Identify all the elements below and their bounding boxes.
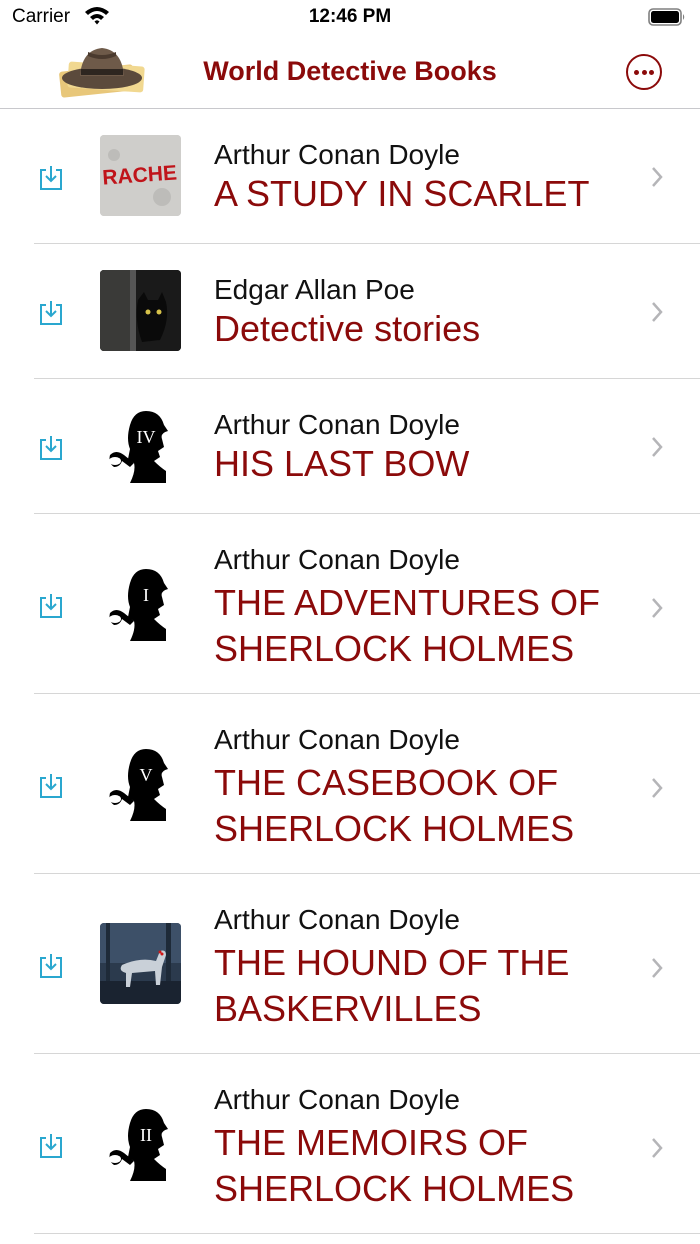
download-icon[interactable] (37, 952, 65, 980)
status-bar: Carrier 12:46 PM (0, 0, 700, 36)
download-icon[interactable] (37, 434, 65, 462)
more-dot-icon (634, 70, 639, 75)
more-dot-icon (641, 70, 647, 75)
sherlock-silhouette-icon: I (109, 569, 168, 641)
download-icon[interactable] (37, 164, 65, 192)
chevron-right-icon (652, 1138, 663, 1158)
sherlock-silhouette-icon: II (109, 1109, 168, 1181)
book-author: Arthur Conan Doyle (214, 724, 460, 755)
status-time: 12:46 PM (308, 6, 392, 27)
more-dot-icon (649, 70, 654, 75)
book-list: RACHE Arthur Conan Doyle A STUDY IN SCAR… (0, 109, 700, 1234)
book-author: Edgar Allan Poe (214, 274, 415, 305)
chevron-right-icon (652, 302, 663, 322)
chevron-right-icon (652, 778, 663, 798)
book-title: A STUDY IN SCARLET (214, 173, 590, 214)
book-author: Arthur Conan Doyle (214, 544, 460, 575)
sherlock-silhouette-icon: IV (109, 411, 168, 483)
battery-icon (648, 8, 685, 26)
volume-numeral: I (143, 585, 149, 605)
download-icon[interactable] (37, 1132, 65, 1160)
chevron-right-icon (652, 437, 663, 457)
book-cover-rache: RACHE (100, 135, 181, 216)
book-author: Arthur Conan Doyle (214, 1084, 460, 1115)
book-title: THE CASEBOOK OF SHERLOCK HOLMES (214, 762, 575, 849)
volume-numeral: II (140, 1125, 152, 1145)
book-row[interactable]: RACHE Arthur Conan Doyle A STUDY IN SCAR… (0, 109, 700, 244)
sherlock-silhouette-icon: V (109, 749, 168, 821)
book-author: Arthur Conan Doyle (214, 409, 460, 440)
download-icon[interactable] (37, 592, 65, 620)
download-icon[interactable] (37, 772, 65, 800)
book-row[interactable]: V Arthur Conan Doyle THE CASEBOOK OF SHE… (0, 694, 700, 874)
book-title: HIS LAST BOW (214, 443, 470, 484)
book-cover-hound (100, 923, 181, 1004)
nav-title: World Detective Books (203, 56, 497, 86)
more-button[interactable] (626, 54, 662, 90)
book-row[interactable]: I Arthur Conan Doyle THE ADVENTURES OF S… (0, 514, 700, 694)
volume-numeral: IV (137, 427, 156, 447)
book-cover-black-cat (100, 270, 181, 351)
book-row[interactable]: Edgar Allan Poe Detective stories (0, 244, 700, 379)
nav-bar: World Detective Books (0, 36, 700, 109)
book-row[interactable]: IV Arthur Conan Doyle HIS LAST BOW (0, 379, 700, 514)
chevron-right-icon (652, 958, 663, 978)
download-icon[interactable] (37, 299, 65, 327)
book-row[interactable]: Arthur Conan Doyle THE HOUND OF THE BASK… (0, 874, 700, 1054)
book-title: THE ADVENTURES OF SHERLOCK HOLMES (214, 582, 601, 669)
book-row[interactable]: II Arthur Conan Doyle THE MEMOIRS OF SHE… (0, 1054, 700, 1234)
chevron-right-icon (652, 167, 663, 187)
book-title: THE MEMOIRS OF SHERLOCK HOLMES (214, 1122, 575, 1209)
row-separator (34, 1233, 700, 1234)
chevron-right-icon (652, 598, 663, 618)
book-title: THE HOUND OF THE BASKERVILLES (214, 942, 570, 1029)
book-author: Arthur Conan Doyle (214, 139, 460, 170)
book-author: Arthur Conan Doyle (214, 904, 460, 935)
volume-numeral: V (140, 765, 153, 785)
book-title: Detective stories (214, 308, 481, 349)
